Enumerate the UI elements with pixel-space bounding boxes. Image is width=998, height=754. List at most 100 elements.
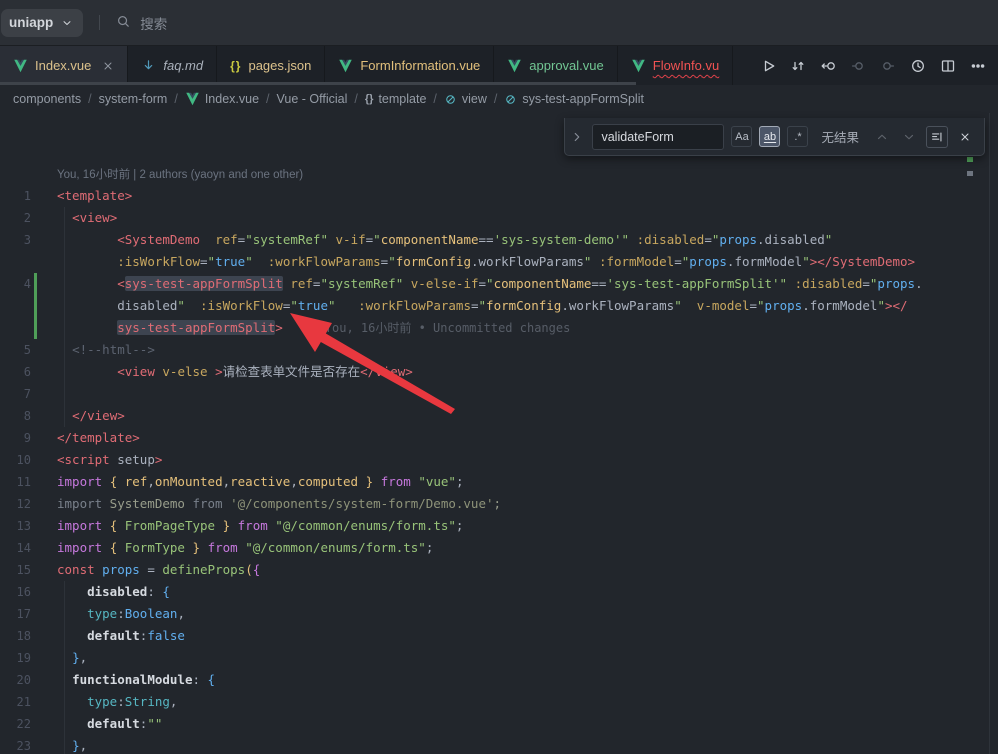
find-next-button[interactable]: [899, 127, 919, 147]
code-row[interactable]: 19 },: [0, 647, 998, 669]
breadcrumb: components/system-form/Index.vue/Vue - O…: [0, 85, 998, 113]
symbol-icon: [444, 93, 457, 106]
tab-faq-md[interactable]: faq.md: [128, 46, 217, 85]
code-row[interactable]: 12import SystemDemo from '@/components/s…: [0, 493, 998, 515]
more-icon[interactable]: [966, 54, 990, 78]
global-search[interactable]: 搜索: [116, 13, 167, 33]
code-row[interactable]: 17 type:Boolean,: [0, 603, 998, 625]
code-row[interactable]: 6 <view v-else >请检查表单文件是否存在</view>: [0, 361, 998, 383]
tab-index-vue[interactable]: Index.vue: [0, 46, 128, 85]
tab-approval-vue[interactable]: approval.vue: [494, 46, 617, 85]
line-number[interactable]: 17: [0, 603, 31, 625]
line-number[interactable]: 23: [0, 735, 31, 754]
title-bar: uniapp 搜索: [0, 0, 998, 46]
code-row[interactable]: 10<script setup>: [0, 449, 998, 471]
match-case-button[interactable]: Aa: [731, 126, 752, 147]
find-input[interactable]: validateForm: [592, 124, 724, 150]
regex-button[interactable]: .*: [787, 126, 808, 147]
line-number[interactable]: 3: [0, 229, 31, 251]
code-row[interactable]: 7: [0, 383, 998, 405]
breadcrumb-item-index-vue[interactable]: Index.vue: [185, 92, 259, 106]
code-row[interactable]: 11import { ref,onMounted,reactive,comput…: [0, 471, 998, 493]
tab-forminformation-vue[interactable]: FormInformation.vue: [325, 46, 494, 85]
compare-icon[interactable]: [786, 54, 810, 78]
code-row[interactable]: 16 disabled: {: [0, 581, 998, 603]
indent-guide: [64, 581, 65, 754]
line-number[interactable]: 4: [0, 273, 31, 295]
back-circle-icon[interactable]: [816, 54, 840, 78]
close-icon[interactable]: [102, 60, 114, 72]
history-icon[interactable]: [906, 54, 930, 78]
find-expand-toggle[interactable]: [569, 118, 585, 156]
code-row[interactable]: 15const props = defineProps({: [0, 559, 998, 581]
line-number[interactable]: 13: [0, 515, 31, 537]
line-number[interactable]: 1: [0, 185, 31, 207]
markdown-down-icon: [141, 58, 156, 73]
code-row[interactable]: 8 </view>: [0, 405, 998, 427]
workspace-switcher[interactable]: uniapp: [1, 9, 83, 37]
code-row[interactable]: 23 },: [0, 735, 998, 754]
code-lines[interactable]: You, 16小时前 | 2 authors (yaoyn and one ot…: [0, 163, 998, 754]
tab-pages-json[interactable]: {}pages.json: [217, 46, 325, 85]
code-row[interactable]: You, 16小时前 | 2 authors (yaoyn and one ot…: [0, 163, 998, 185]
find-widget: validateForm Aa ab .* 无结果: [564, 118, 985, 156]
tab-flowinfo-vu[interactable]: FlowInfo.vu: [618, 46, 733, 85]
breadcrumb-item-template[interactable]: {}template: [365, 92, 427, 106]
code-row[interactable]: sys-test-appFormSplit>You, 16小时前 • Uncom…: [0, 317, 998, 339]
line-number[interactable]: 7: [0, 383, 31, 405]
selection-marker: [967, 171, 973, 176]
code-row[interactable]: 3 <SystemDemo ref="systemRef" v-if="comp…: [0, 229, 998, 251]
breadcrumb-item-view[interactable]: view: [444, 92, 487, 106]
chevron-down-icon: [61, 17, 73, 29]
code-text: You, 16小时前 | 2 authors (yaoyn and one ot…: [57, 166, 303, 181]
breadcrumb-item-sys-test-appformsplit[interactable]: sys-test-appFormSplit: [504, 92, 644, 106]
code-row[interactable]: 1<template>: [0, 185, 998, 207]
line-number[interactable]: 18: [0, 625, 31, 647]
vscode-window: uniapp 搜索 Index.vuefaq.md{}pages.jsonFor…: [0, 0, 998, 754]
line-number[interactable]: 11: [0, 471, 31, 493]
line-number[interactable]: 22: [0, 713, 31, 735]
code-row[interactable]: 2 <view>: [0, 207, 998, 229]
code-row[interactable]: 21 type:String,: [0, 691, 998, 713]
line-number[interactable]: 12: [0, 493, 31, 515]
code-row[interactable]: disabled" :isWorkFlow="true" :workFlowPa…: [0, 295, 998, 317]
editor-pane[interactable]: validateForm Aa ab .* 无结果 You, 16小时前 | 2…: [0, 113, 998, 754]
code-row[interactable]: 4 <sys-test-appFormSplit ref="systemRef"…: [0, 273, 998, 295]
line-number[interactable]: 10: [0, 449, 31, 471]
line-number[interactable]: 19: [0, 647, 31, 669]
code-row[interactable]: 20 functionalModule: {: [0, 669, 998, 691]
next-change-icon[interactable]: [876, 54, 900, 78]
code-row[interactable]: 18 default:false: [0, 625, 998, 647]
breadcrumb-item-vue-official[interactable]: Vue - Official: [277, 92, 348, 106]
split-editor-icon[interactable]: [936, 54, 960, 78]
breadcrumb-label: Vue - Official: [277, 92, 348, 106]
line-number[interactable]: 20: [0, 669, 31, 691]
tabbar-scrollbar[interactable]: [0, 82, 636, 85]
overview-ruler[interactable]: [989, 113, 990, 754]
vue-icon: [338, 59, 353, 73]
code-row[interactable]: 9</template>: [0, 427, 998, 449]
close-icon[interactable]: [955, 127, 975, 147]
line-number[interactable]: 9: [0, 427, 31, 449]
line-number[interactable]: 15: [0, 559, 31, 581]
line-number[interactable]: 5: [0, 339, 31, 361]
code-text: <!--html-->: [57, 342, 155, 357]
breadcrumb-item-components[interactable]: components: [13, 92, 81, 106]
find-in-selection-button[interactable]: [926, 126, 948, 148]
line-number[interactable]: 2: [0, 207, 31, 229]
line-number[interactable]: 8: [0, 405, 31, 427]
code-row[interactable]: 5 <!--html-->: [0, 339, 998, 361]
code-row[interactable]: 13import { FromPageType } from "@/common…: [0, 515, 998, 537]
code-row[interactable]: 22 default:"": [0, 713, 998, 735]
run-icon[interactable]: [756, 54, 780, 78]
line-number[interactable]: 6: [0, 361, 31, 383]
line-number[interactable]: 14: [0, 537, 31, 559]
line-number[interactable]: 16: [0, 581, 31, 603]
line-number[interactable]: 21: [0, 691, 31, 713]
prev-change-icon[interactable]: [846, 54, 870, 78]
find-previous-button[interactable]: [872, 127, 892, 147]
whole-word-button[interactable]: ab: [759, 126, 780, 147]
code-row[interactable]: 14import { FormType } from "@/common/enu…: [0, 537, 998, 559]
code-row[interactable]: :isWorkFlow="true" :workFlowParams="form…: [0, 251, 998, 273]
breadcrumb-item-system-form[interactable]: system-form: [99, 92, 168, 106]
